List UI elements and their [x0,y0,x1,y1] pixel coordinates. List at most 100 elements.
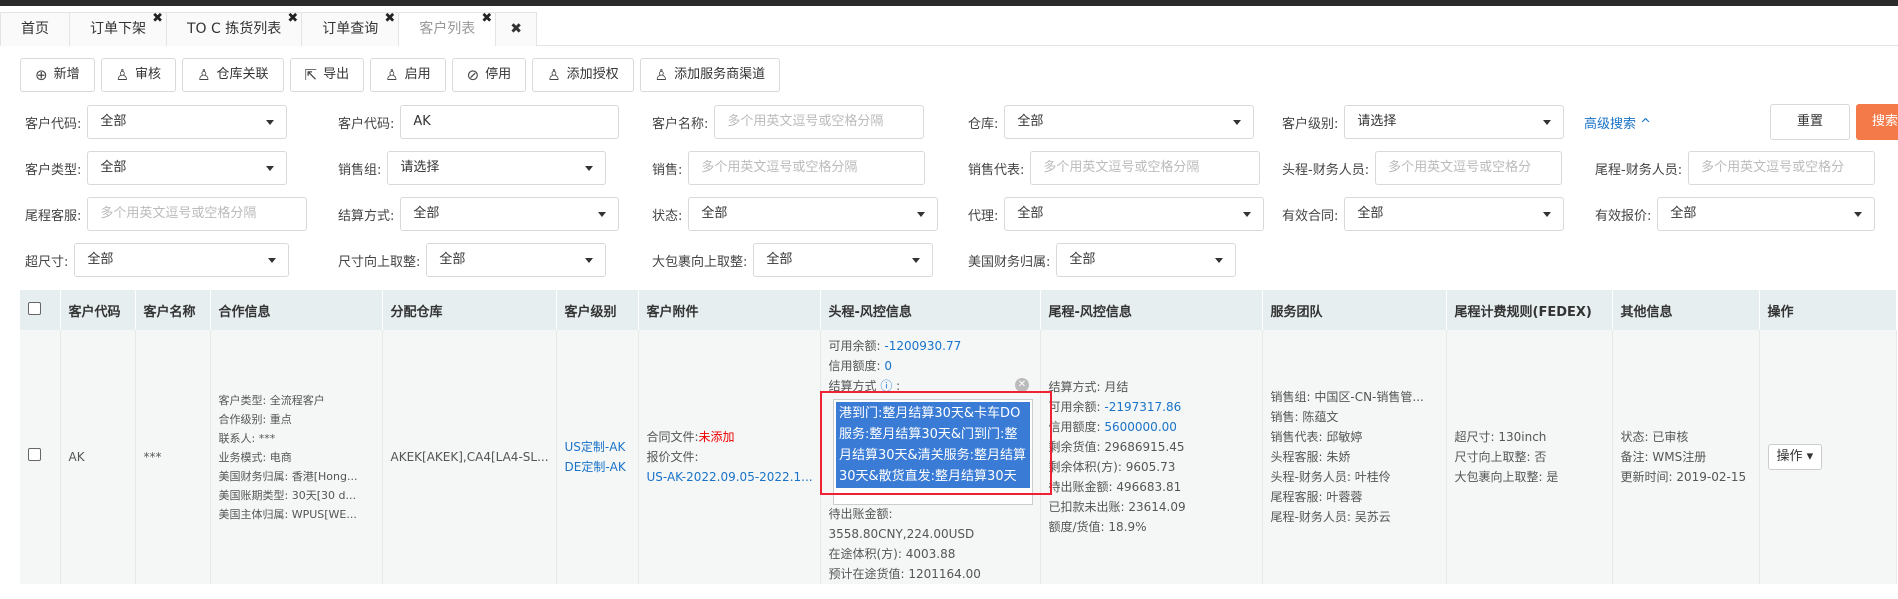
advanced-search-link[interactable]: 高级搜索 ^ [1584,104,1651,140]
sales-group-select[interactable]: 请选择 [387,151,607,185]
warehouse-link-label: 仓库关联 [216,67,269,82]
warehouse-select[interactable]: 全部 [1004,105,1255,139]
us-finance-select[interactable]: 全部 [1056,243,1237,277]
filter-valid-contract: 有效合同: 全部 [1282,196,1565,232]
search-button[interactable]: 搜索 [1856,104,1898,140]
filter-label: 客户代码: [338,116,395,132]
level-link[interactable]: US定制-AK [565,437,630,457]
contract-label: 合同文件: [646,430,699,444]
add-auth-button[interactable]: ♙ 添加授权 [532,58,634,92]
quote-file-link[interactable]: US-AK-2022.09.05-2022.1... [647,467,813,487]
cell-other-info: 状态: 已审核 备注: WMS注册 更新时间: 2019-02-15 [1612,330,1760,584]
tail-credit-value: 5600000.00 [1104,420,1177,434]
col-header: 客户代码 [60,290,136,330]
tab-label: 客户列表 [419,21,476,37]
level-link[interactable]: DE定制-AK [565,457,630,477]
close-icon[interactable]: ✖ [287,3,298,35]
valid-quote-select[interactable]: 全部 [1657,197,1876,231]
row-checkbox[interactable] [28,448,41,461]
tail-finance-input[interactable]: 多个用英文逗号或空格分 [1688,151,1876,185]
tab-label: 首页 [21,21,49,37]
filter-label: 头程-财务人员: [1282,162,1370,178]
tab-label: 订单查询 [322,21,379,37]
head-credit: 信用额度: 0 [829,356,1032,376]
coop-line: 美国账期类型: 30天[30 d... [218,488,356,502]
customer-level-select[interactable]: 请选择 [1344,105,1565,139]
user-icon: ♙ [385,66,399,84]
filter-head-finance: 头程-财务人员: 多个用英文逗号或空格分 [1282,150,1563,186]
tail-avail-value: -2197317.86 [1104,400,1182,414]
head-bottom-line: 待出账金额: 3558.80CNY,224.00USD [828,507,975,541]
tab-toc-picking[interactable]: TO C 拣货列表 ✖ [166,11,303,46]
tail-avail: 可用余额: -2197317.86 [1049,397,1254,417]
head-avail-value: -1200930.77 [884,339,962,353]
review-button[interactable]: ♙ 审核 [100,58,177,92]
tab-order-shelf[interactable]: 订单下架 ✖ [69,11,167,46]
customer-name-input[interactable]: 多个用英文逗号或空格分隔 [714,105,925,139]
close-icon[interactable]: ✕ [1015,378,1029,392]
add-channel-button[interactable]: ♙ 添加服务商渠道 [639,58,781,92]
close-icon[interactable]: ✖ [152,3,163,35]
col-header: 服务团队 [1262,290,1447,330]
select-all-checkbox[interactable] [28,301,41,315]
fedex-line: 尺寸向上取整: 否 [1454,450,1547,464]
valid-contract-select[interactable]: 全部 [1344,197,1565,231]
cell-fedex-rules: 超尺寸: 130inch 尺寸向上取整: 否 大包裹向上取整: 是 [1446,330,1613,584]
top-bar [0,0,1898,6]
filter-label: 尾程客服: [25,208,82,224]
add-auth-label: 添加授权 [566,67,619,82]
enable-label: 启用 [404,67,431,82]
advanced-search-label: 高级搜索 ^ [1584,116,1652,132]
row-select-cell [20,330,61,584]
close-all-tabs-button[interactable]: ✖ [495,12,537,46]
filter-label: 销售代表: [968,162,1025,178]
filter-label: 美国财务归属: [968,254,1051,270]
sales-rep-input[interactable]: 多个用英文逗号或空格分隔 [1030,151,1261,185]
cell-coop-info: 客户类型: 全流程客户 合作级别: 重点 联系人: *** 业务模式: 电商 美… [210,330,383,584]
other-line: 状态: 已审核 [1620,430,1689,444]
sales-input[interactable]: 多个用英文逗号或空格分隔 [688,151,926,185]
plus-circle-icon: ⊕ [35,66,48,84]
cell-service-team: 销售组: 中国区-CN-销售管... 销售: 陈蕴文 销售代表: 邱敏婷 头程客… [1262,330,1447,584]
agent-select[interactable]: 全部 [1004,197,1265,231]
status-select[interactable]: 全部 [688,197,939,231]
head-finance-input[interactable]: 多个用英文逗号或空格分 [1375,151,1563,185]
head-bottom-line: 在途体积(方): 4003.88 [828,547,956,561]
customer-code-select[interactable]: 全部 [87,105,288,139]
col-header: 尾程计费规则(FEDEX) [1446,290,1613,330]
contract-status: 未添加 [698,430,735,444]
coop-line: 客户类型: 全流程客户 [218,393,325,407]
cell-customer-code: AK [60,330,136,584]
settlement-select[interactable]: 全部 [400,197,620,231]
tail-service-input[interactable]: 多个用英文逗号或空格分隔 [87,197,308,231]
close-icon[interactable]: ✖ [481,3,492,35]
export-button[interactable]: ⇱ 导出 [289,58,365,92]
close-icon[interactable]: ✖ [384,3,395,35]
filter-warehouse: 仓库: 全部 [968,104,1255,140]
tab-customer-list[interactable]: 客户列表 ✖ [398,11,497,46]
tab-label: TO C 拣货列表 [187,21,282,37]
filter-label: 仓库: [968,116,999,132]
team-line: 销售组: 中国区-CN-销售管... [1270,390,1424,404]
disable-label: 停用 [485,67,512,82]
filter-label: 大包裹向上取整: [652,254,748,270]
enable-button[interactable]: ♙ 启用 [370,58,446,92]
customer-code-input[interactable]: AK [400,105,620,139]
contract-line: 合同文件:未添加 [647,427,812,447]
oversize-select[interactable]: 全部 [74,243,290,277]
table-header-row: 客户代码 客户名称 合作信息 分配仓库 客户级别 客户附件 头程-风控信息 尾程… [20,290,1897,330]
disable-button[interactable]: ⊘ 停用 [451,58,527,92]
add-button[interactable]: ⊕ 新增 [20,58,95,92]
filter-label: 销售组: [338,162,382,178]
filter-label: 有效合同: [1282,208,1339,224]
warehouse-link-button[interactable]: ♙ 仓库关联 [182,58,284,92]
customer-type-select[interactable]: 全部 [87,151,288,185]
size-round-select[interactable]: 全部 [426,243,607,277]
reset-button[interactable]: 重置 [1770,104,1850,140]
filter-label: 尾程-财务人员: [1595,162,1683,178]
big-round-select[interactable]: 全部 [753,243,934,277]
filter-row: 超尺寸: 全部 尺寸向上取整: 全部 大包裹向上取整: 全部 美国财务归属: 全… [20,242,1896,278]
row-action-dropdown[interactable]: 操作 ▾ [1767,444,1823,470]
tab-home[interactable]: 首页 [0,12,70,46]
tab-order-query[interactable]: 订单查询 ✖ [301,11,400,46]
